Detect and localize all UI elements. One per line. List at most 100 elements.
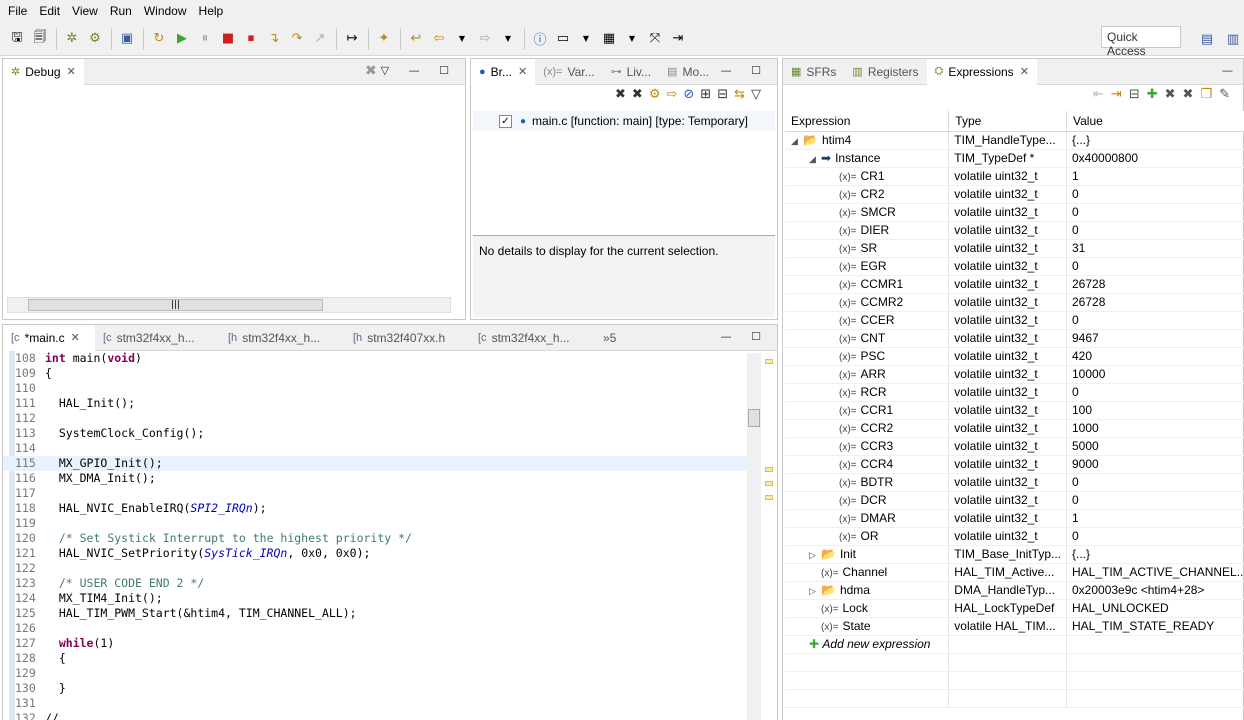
code-line[interactable]: 129 (3, 666, 747, 681)
new-icon[interactable]: ❐ (1200, 87, 1219, 102)
code-line[interactable]: 126 (3, 621, 747, 636)
close-icon[interactable]: ✕ (71, 331, 80, 344)
instruction-step-icon[interactable]: ↦ (341, 28, 363, 50)
tab-modules[interactable]: ▤ Mo... (659, 59, 717, 85)
menu-item-help[interactable]: Help (193, 2, 230, 20)
value-cell[interactable]: HAL_TIM_ACTIVE_CHANNEL... (1066, 563, 1244, 582)
table-row[interactable]: (x)= Channel HAL_TIM_Active... HAL_TIM_ACTI… (785, 563, 1244, 582)
terminate-relaunch-icon[interactable]: ⏹ (240, 28, 262, 50)
code-line[interactable]: 118 HAL_NVIC_EnableIRQ(SPI2_IRQn); (3, 501, 747, 516)
code-line[interactable]: 117 (3, 486, 747, 501)
code-line[interactable]: 112 (3, 411, 747, 426)
value-cell[interactable]: 31 (1066, 239, 1244, 258)
table-row[interactable]: (x)= State volatile HAL_TIM... HAL_TIM_STAT… (785, 617, 1244, 636)
tab-editor-file[interactable]: [c *main.c ✕ (3, 324, 95, 351)
tab-live-expressions[interactable]: ⊶ Liv... (603, 59, 659, 85)
collapse-all-icon[interactable]: ⊟ (1129, 87, 1147, 102)
code-line[interactable]: 131 (3, 696, 747, 711)
goto-file-icon[interactable]: ⇨ (666, 87, 683, 102)
tab-editor-file[interactable]: [c stm32f4xx_h... (470, 325, 595, 351)
forward-icon[interactable]: ⇨ (474, 28, 496, 50)
table-row[interactable]: (x)= CR2 volatile uint32_t 0 (785, 185, 1244, 204)
value-cell[interactable]: 1 (1066, 509, 1244, 528)
add-expression-cell[interactable]: ✚ Add new expression (785, 635, 950, 654)
column-expression[interactable]: Expression (785, 111, 950, 132)
code-line[interactable]: 130 } (3, 681, 747, 696)
value-cell[interactable]: 9467 (1066, 329, 1244, 348)
code-line[interactable]: 110 (3, 381, 747, 396)
tab-overflow[interactable]: »5 (595, 325, 624, 351)
table-row[interactable]: ◢ ➡ Instance TIM_TypeDef * 0x40000800 (785, 149, 1244, 168)
exit-icon[interactable]: ⇥ (667, 28, 689, 50)
table-row[interactable]: (x)= CCMR2 volatile uint32_t 26728 (785, 293, 1244, 312)
twisty-icon[interactable]: ▷ (809, 586, 821, 597)
step-into-icon[interactable]: ↴ (263, 28, 285, 50)
column-type[interactable]: Type (948, 111, 1067, 132)
table-row[interactable]: (x)= CNT volatile uint32_t 9467 (785, 329, 1244, 348)
code-line[interactable]: 127 while(1) (3, 636, 747, 651)
resume-icon[interactable]: ↻ (148, 28, 170, 50)
table-row[interactable]: (x)= DMAR volatile uint32_t 1 (785, 509, 1244, 528)
window-icon[interactable]: ▭ (552, 28, 574, 50)
value-cell[interactable]: 26728 (1066, 293, 1244, 312)
menu-item-file[interactable]: File (2, 2, 33, 20)
table-row[interactable]: (x)= CCR4 volatile uint32_t 9000 (785, 455, 1244, 474)
view-controls[interactable]: — ☐ (721, 330, 769, 343)
table-row[interactable]: (x)= SMCR volatile uint32_t 0 (785, 203, 1244, 222)
debug-icon[interactable]: ✲ (61, 28, 83, 50)
link-editor-icon[interactable]: ⇆ (734, 87, 751, 102)
breakpoint-checkbox[interactable]: ✓ (499, 114, 512, 128)
tab-editor-file[interactable]: [h stm32f407xx.h (345, 325, 470, 351)
tab-breakpoints[interactable]: ● Br... ✕ (471, 58, 536, 85)
tab-registers[interactable]: ▥ Registers (844, 59, 926, 85)
table-row[interactable]: ◢ 📂 htim4 TIM_HandleType... {...} (785, 131, 1244, 150)
code-line[interactable]: 125 HAL_TIM_PWM_Start(&htim4, TIM_CHANNE… (3, 606, 747, 621)
view-controls[interactable]: — ☐ (721, 64, 769, 77)
value-cell[interactable]: {...} (1066, 131, 1244, 150)
value-cell[interactable]: 0 (1066, 257, 1244, 276)
value-cell[interactable]: 26728 (1066, 275, 1244, 294)
value-cell[interactable]: {...} (1066, 545, 1244, 564)
twisty-icon[interactable]: ◢ (809, 154, 821, 165)
close-icon[interactable]: ✕ (1020, 65, 1029, 78)
tab-editor-file[interactable]: [h stm32f4xx_h... (220, 325, 345, 351)
value-cell[interactable]: 0 (1066, 491, 1244, 510)
table-row[interactable]: (x)= CCR3 volatile uint32_t 5000 (785, 437, 1244, 456)
code-line[interactable]: 119 (3, 516, 747, 531)
value-cell[interactable]: 0 (1066, 473, 1244, 492)
value-cell[interactable]: 0 (1066, 311, 1244, 330)
table-row[interactable]: (x)= SR volatile uint32_t 31 (785, 239, 1244, 258)
close-icon[interactable]: ✕ (67, 65, 76, 78)
save-all-icon[interactable]: 🗐 (29, 28, 51, 50)
quick-access-input[interactable]: Quick Access (1101, 26, 1181, 58)
table-row[interactable]: (x)= CCMR1 volatile uint32_t 26728 (785, 275, 1244, 294)
code-line[interactable]: 128 { (3, 651, 747, 666)
value-cell[interactable]: 9000 (1066, 455, 1244, 474)
table-row[interactable]: (x)= CR1 volatile uint32_t 1 (785, 167, 1244, 186)
last-edit-icon[interactable]: ↩ (405, 28, 427, 50)
vertical-scrollbar[interactable] (747, 353, 761, 720)
value-cell[interactable]: 5000 (1066, 437, 1244, 456)
remove-breakpoint-icon[interactable]: ✖ (615, 87, 632, 102)
value-cell[interactable]: 0x40000800 (1066, 149, 1244, 168)
view-controls[interactable]: — (1222, 64, 1241, 77)
value-cell[interactable]: HAL_UNLOCKED (1066, 599, 1244, 618)
table-row[interactable]: ▷ 📂 hdma DMA_HandleTyp... 0x20003e9c <htim4+… (785, 581, 1244, 600)
tab-variables[interactable]: (x)= Var... (535, 59, 602, 85)
code-line[interactable]: 132 // (3, 711, 747, 720)
table-row[interactable]: (x)= DIER volatile uint32_t 0 (785, 221, 1244, 240)
open-perspective-button[interactable]: ▤ (1196, 28, 1218, 50)
column-value[interactable]: Value (1066, 111, 1244, 132)
value-cell[interactable]: HAL_TIM_STATE_READY (1066, 617, 1244, 636)
table-row[interactable]: (x)= CCER volatile uint32_t 0 (785, 311, 1244, 330)
code-line[interactable]: 121 HAL_NVIC_SetPriority(SysTick_IRQn, 0… (3, 546, 747, 561)
chevron-down-icon[interactable]: ▼ (451, 28, 473, 50)
terminate-icon[interactable]: ■ (217, 28, 239, 50)
menu-item-run[interactable]: Run (104, 2, 138, 20)
scrollbar-thumb[interactable]: ||| (28, 299, 323, 311)
table-row[interactable]: (x)= OR volatile uint32_t 0 (785, 527, 1244, 546)
overview-marker[interactable] (765, 467, 773, 472)
value-cell[interactable]: 0 (1066, 185, 1244, 204)
value-cell[interactable]: 0 (1066, 221, 1244, 240)
view-menu-icon[interactable]: ▽ (751, 87, 767, 102)
